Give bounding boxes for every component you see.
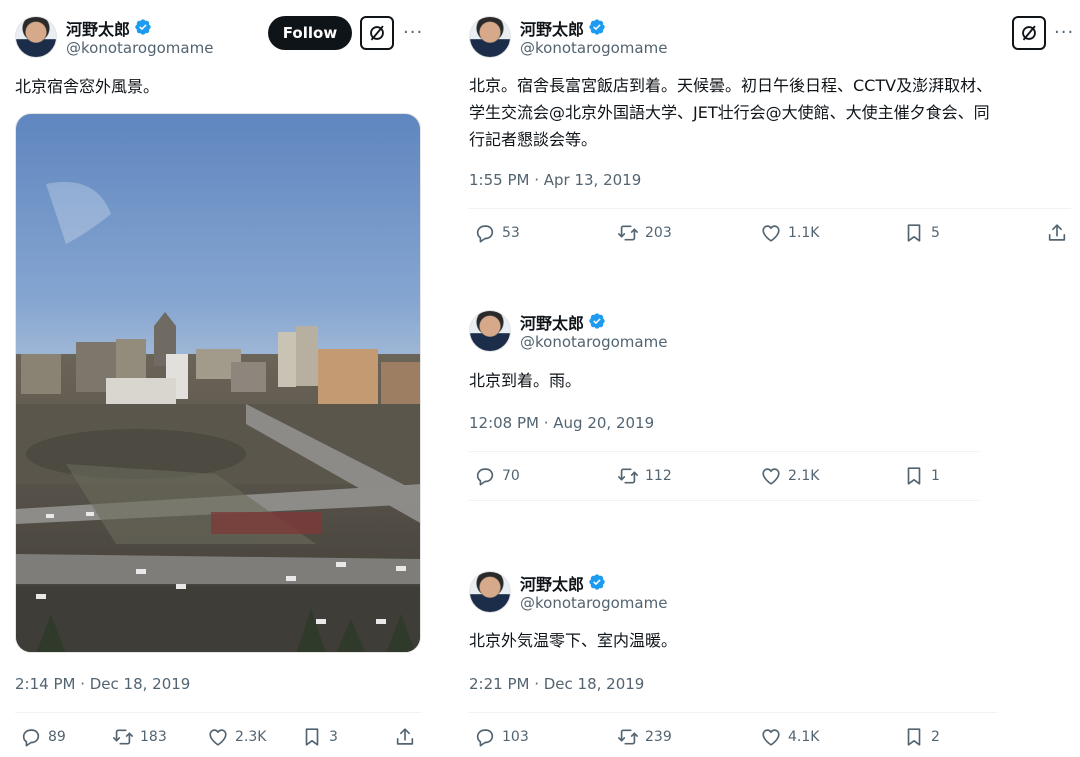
reply-icon bbox=[474, 465, 496, 487]
bookmark-icon bbox=[301, 726, 323, 748]
tweet-timestamp[interactable]: 2:14 PM · Dec 18, 2019 bbox=[15, 675, 190, 693]
divider bbox=[469, 451, 979, 452]
retweet-button[interactable]: 203 bbox=[617, 222, 672, 244]
verified-badge-icon bbox=[588, 18, 606, 36]
bookmark-button[interactable]: 2 bbox=[903, 726, 940, 748]
reply-icon bbox=[20, 726, 42, 748]
author-name[interactable]: 河野太郎 bbox=[520, 16, 584, 40]
like-icon bbox=[760, 465, 782, 487]
tweet-text: 北京到着。雨。 bbox=[469, 371, 582, 390]
retweet-count: 203 bbox=[645, 225, 672, 241]
author-handle[interactable]: @konotarogomame bbox=[520, 39, 667, 57]
reply-button[interactable]: 70 bbox=[474, 465, 520, 487]
bookmark-count: 2 bbox=[931, 729, 940, 745]
retweet-count: 183 bbox=[140, 729, 167, 745]
grok-icon[interactable] bbox=[360, 16, 394, 50]
tweet-timestamp[interactable]: 1:55 PM · Apr 13, 2019 bbox=[469, 171, 641, 189]
author-name[interactable]: 河野太郎 bbox=[66, 16, 130, 40]
verified-badge-icon bbox=[588, 573, 606, 591]
reply-count: 53 bbox=[502, 225, 520, 241]
bookmark-count: 5 bbox=[931, 225, 940, 241]
like-count: 2.3K bbox=[235, 729, 267, 745]
like-icon bbox=[760, 726, 782, 748]
retweet-button[interactable]: 183 bbox=[112, 726, 167, 748]
more-options-icon[interactable]: ··· bbox=[403, 22, 423, 43]
tweet-text-line: 北京。宿舎長富宮飯店到着。天候曇。初日午後日程、CCTV及澎湃取材、 bbox=[469, 76, 993, 95]
like-button[interactable]: 2.3K bbox=[207, 726, 266, 748]
avatar[interactable] bbox=[469, 310, 511, 352]
tweet-timestamp[interactable]: 2:21 PM · Dec 18, 2019 bbox=[469, 675, 644, 693]
reply-count: 70 bbox=[502, 468, 520, 484]
bookmark-button[interactable]: 5 bbox=[903, 222, 940, 244]
share-icon bbox=[394, 726, 416, 748]
reply-button[interactable]: 89 bbox=[20, 726, 66, 748]
share-button[interactable] bbox=[394, 726, 416, 748]
like-count: 1.1K bbox=[788, 225, 820, 241]
retweet-icon bbox=[112, 726, 134, 748]
like-icon bbox=[207, 726, 229, 748]
bookmark-count: 3 bbox=[329, 729, 338, 745]
retweet-count: 112 bbox=[645, 468, 672, 484]
tweet-text: 北京宿舎窓外風景。 bbox=[15, 77, 160, 96]
author-name[interactable]: 河野太郎 bbox=[520, 310, 584, 334]
follow-button[interactable]: Follow bbox=[268, 16, 352, 50]
share-button[interactable] bbox=[1046, 222, 1068, 244]
reply-icon bbox=[474, 726, 496, 748]
author-handle[interactable]: @konotarogomame bbox=[520, 333, 667, 351]
like-icon bbox=[760, 222, 782, 244]
divider bbox=[469, 208, 1071, 209]
retweet-icon bbox=[617, 465, 639, 487]
reply-count: 89 bbox=[48, 729, 66, 745]
divider bbox=[469, 500, 979, 501]
bookmark-icon bbox=[903, 465, 925, 487]
grok-icon[interactable] bbox=[1012, 16, 1046, 50]
like-count: 4.1K bbox=[788, 729, 820, 745]
verified-badge-icon bbox=[588, 312, 606, 330]
like-button[interactable]: 1.1K bbox=[760, 222, 819, 244]
reply-button[interactable]: 53 bbox=[474, 222, 520, 244]
divider bbox=[15, 712, 421, 713]
retweet-count: 239 bbox=[645, 729, 672, 745]
avatar[interactable] bbox=[15, 16, 57, 58]
retweet-button[interactable]: 239 bbox=[617, 726, 672, 748]
author-name[interactable]: 河野太郎 bbox=[520, 571, 584, 595]
tweet-text-line: 学生交流会@北京外国語大学、JET壮行会@大使館、大使主催夕食会、同 bbox=[469, 103, 990, 122]
avatar[interactable] bbox=[469, 16, 511, 58]
divider bbox=[469, 712, 997, 713]
like-count: 2.1K bbox=[788, 468, 820, 484]
retweet-button[interactable]: 112 bbox=[617, 465, 672, 487]
tweet-text: 北京外気温零下、室内温暖。 bbox=[469, 631, 678, 650]
author-handle[interactable]: @konotarogomame bbox=[66, 39, 213, 57]
beijing-cityscape-image bbox=[16, 114, 420, 652]
reply-button[interactable]: 103 bbox=[474, 726, 529, 748]
avatar[interactable] bbox=[469, 571, 511, 613]
share-icon bbox=[1046, 222, 1068, 244]
like-button[interactable]: 2.1K bbox=[760, 465, 819, 487]
tweet-photo[interactable] bbox=[15, 113, 421, 653]
retweet-icon bbox=[617, 726, 639, 748]
tweet-text: 北京。宿舎長富宮飯店到着。天候曇。初日午後日程、CCTV及澎湃取材、 学生交流会… bbox=[469, 72, 992, 153]
bookmark-button[interactable]: 3 bbox=[301, 726, 338, 748]
more-options-icon[interactable]: ··· bbox=[1054, 22, 1074, 43]
tweet-timestamp[interactable]: 12:08 PM · Aug 20, 2019 bbox=[469, 414, 654, 432]
bookmark-count: 1 bbox=[931, 468, 940, 484]
author-handle[interactable]: @konotarogomame bbox=[520, 594, 667, 612]
tweet-text-line: 行記者懇談会等。 bbox=[469, 130, 598, 149]
verified-badge-icon bbox=[134, 18, 152, 36]
reply-icon bbox=[474, 222, 496, 244]
bookmark-button[interactable]: 1 bbox=[903, 465, 940, 487]
like-button[interactable]: 4.1K bbox=[760, 726, 819, 748]
reply-count: 103 bbox=[502, 729, 529, 745]
retweet-icon bbox=[617, 222, 639, 244]
bookmark-icon bbox=[903, 726, 925, 748]
bookmark-icon bbox=[903, 222, 925, 244]
